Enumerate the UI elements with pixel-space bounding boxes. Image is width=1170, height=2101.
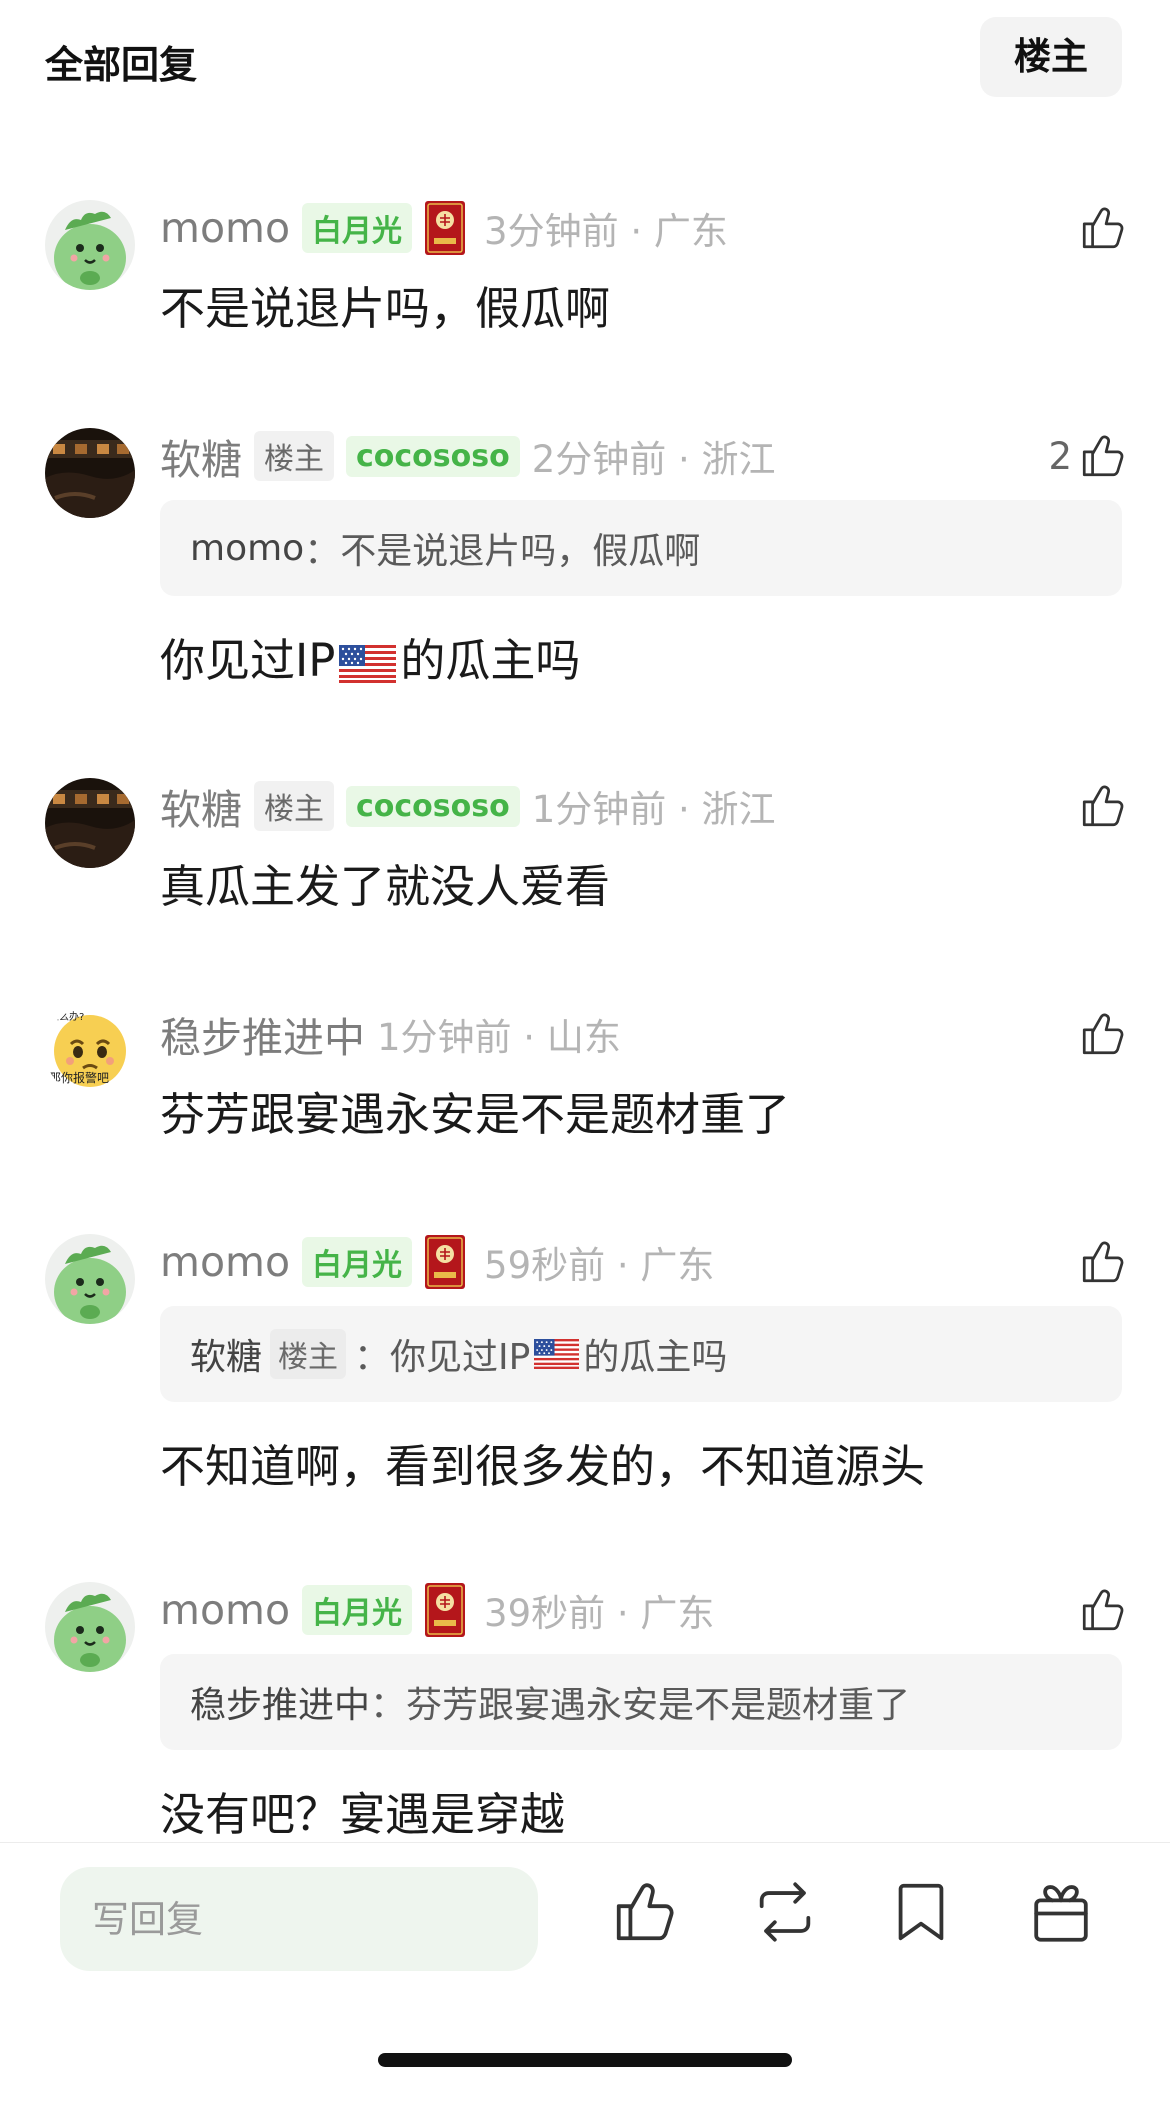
comment-item: 软糖 楼主 cocososo 2分钟前 · 浙江 2 momo ：不是说退片吗，假… xyxy=(0,428,1170,688)
time-location: 39秒前 · 广东 xyxy=(484,1592,715,1635)
thumbs-up-icon xyxy=(1078,431,1128,481)
like-count: 2 xyxy=(1048,434,1072,478)
like-button[interactable]: 2 xyxy=(1048,428,1128,484)
page-title: 全部回复 xyxy=(45,43,198,87)
username[interactable]: momo xyxy=(160,204,290,252)
us-flag-icon xyxy=(534,1339,579,1369)
fan-badge: cocososo xyxy=(346,785,520,827)
quote-text: ：芬芳跟宴遇永安是不是题材重了 xyxy=(370,1685,911,1726)
us-flag-icon xyxy=(339,645,396,683)
avatar[interactable]: 怎么办? 那你报警吧 xyxy=(45,1006,135,1096)
fan-badge: cocososo xyxy=(346,435,520,477)
quote-username: 稳步推进中 xyxy=(190,1685,371,1726)
fan-badge: 白月光 xyxy=(302,203,413,253)
time-location: 3分钟前 · 广东 xyxy=(484,210,728,253)
comment-text-part: 的瓜主吗 xyxy=(400,634,581,687)
avatar[interactable] xyxy=(45,778,135,868)
comment-meta: momo 白月光 59秒前 · 广东 xyxy=(160,1236,714,1288)
username[interactable]: 软糖 xyxy=(160,776,242,836)
quote-text: 的瓜主吗 xyxy=(583,1337,728,1378)
avatar[interactable] xyxy=(45,428,135,518)
comment-item: momo 白月光 59秒前 · 广东 软糖 楼主 ：你见过IP 的瓜主吗 不知道啊，看… xyxy=(0,1234,1170,1494)
owner-only-filter-button[interactable]: 楼主 xyxy=(980,17,1122,97)
avatar-sticker-text: 那你报警吧 xyxy=(49,1070,109,1085)
comment-text[interactable]: 你见过IP 的瓜主吗 xyxy=(160,624,580,689)
username[interactable]: momo xyxy=(160,1586,290,1634)
thumbs-up-icon xyxy=(1078,781,1128,831)
comment-item: 软糖 楼主 cocososo 1分钟前 · 浙江 真瓜主发了就没人爱看 xyxy=(0,778,1170,938)
comment-meta: momo 白月光 39秒前 · 广东 xyxy=(160,1584,714,1636)
comment-text[interactable]: 不知道啊，看到很多发的，不知道源头 xyxy=(160,1430,925,1495)
repost-icon[interactable] xyxy=(750,1877,820,1947)
thumbs-up-icon xyxy=(1078,1237,1128,1287)
like-button[interactable] xyxy=(1072,778,1128,834)
reply-input[interactable] xyxy=(60,1867,538,1971)
comment-item: momo 白月光 39秒前 · 广东 稳步推进中 ：芬芳跟宴遇永安是不是题材重了 … xyxy=(0,1582,1170,1843)
avatar-sticker-text: 怎么办? xyxy=(49,1010,84,1023)
like-button[interactable] xyxy=(1072,1582,1128,1638)
like-button[interactable] xyxy=(1072,1234,1128,1290)
quote-username: momo xyxy=(190,527,305,569)
comment-text[interactable]: 不是说退片吗，假瓜啊 xyxy=(160,272,610,337)
medal-icon xyxy=(424,1234,466,1290)
thumbs-up-icon xyxy=(1078,1585,1128,1635)
like-button[interactable] xyxy=(1072,200,1128,256)
avatar[interactable] xyxy=(45,1234,135,1324)
fan-badge: 白月光 xyxy=(302,1237,413,1287)
avatar[interactable] xyxy=(45,1582,135,1672)
op-badge: 楼主 xyxy=(254,431,334,481)
comment-meta: 软糖 楼主 cocososo 2分钟前 · 浙江 xyxy=(160,430,776,484)
comment-meta: 稳步推进中 1分钟前 · 山东 xyxy=(160,1008,621,1062)
quote-username: 软糖 xyxy=(190,1337,263,1378)
bottom-action-bar xyxy=(0,1842,1170,2101)
op-badge: 楼主 xyxy=(254,781,334,831)
comment-text-part: 你见过IP xyxy=(160,634,336,687)
comment-item: 怎么办? 那你报警吧 稳步推进中 1分钟前 · 山东 芬芳跟宴遇永安是不是题材重… xyxy=(0,1006,1170,1166)
avatar[interactable] xyxy=(45,200,135,290)
gift-icon[interactable] xyxy=(1026,1877,1096,1947)
quoted-reply[interactable]: 软糖 楼主 ：你见过IP 的瓜主吗 xyxy=(160,1306,1122,1402)
comment-text[interactable]: 芬芳跟宴遇永安是不是题材重了 xyxy=(160,1078,790,1143)
username[interactable]: 稳步推进中 xyxy=(160,1004,365,1064)
username[interactable]: momo xyxy=(160,1238,290,1286)
time-location: 1分钟前 · 浙江 xyxy=(531,788,776,831)
bookmark-icon[interactable] xyxy=(886,1877,956,1947)
comment-meta: 软糖 楼主 cocososo 1分钟前 · 浙江 xyxy=(160,780,776,834)
home-indicator[interactable] xyxy=(378,2053,792,2067)
fan-badge: 白月光 xyxy=(302,1585,413,1635)
quoted-reply[interactable]: 稳步推进中 ：芬芳跟宴遇永安是不是题材重了 xyxy=(160,1654,1122,1750)
thumbs-up-icon xyxy=(1078,1009,1128,1059)
quote-text: ：不是说退片吗，假瓜啊 xyxy=(304,531,701,572)
username[interactable]: 软糖 xyxy=(160,426,242,486)
thumbs-up-icon[interactable] xyxy=(610,1877,680,1947)
comment-text[interactable]: 没有吧？宴遇是穿越 xyxy=(160,1778,565,1843)
comment-meta: momo 白月光 3分钟前 · 广东 xyxy=(160,202,728,254)
time-location: 1分钟前 · 山东 xyxy=(377,1016,621,1059)
medal-icon xyxy=(424,200,466,256)
quote-op-badge: 楼主 xyxy=(270,1329,347,1379)
like-button[interactable] xyxy=(1072,1006,1128,1062)
comment-text[interactable]: 真瓜主发了就没人爱看 xyxy=(160,850,610,915)
time-location: 59秒前 · 广东 xyxy=(484,1244,715,1287)
time-location: 2分钟前 · 浙江 xyxy=(531,438,776,481)
comment-item: momo 白月光 3分钟前 · 广东 不是说退片吗，假瓜啊 xyxy=(0,200,1170,360)
header: 全部回复 楼主 xyxy=(0,0,1170,110)
quoted-reply[interactable]: momo ：不是说退片吗，假瓜啊 xyxy=(160,500,1122,596)
quote-text: ：你见过IP xyxy=(354,1337,531,1378)
medal-icon xyxy=(424,1582,466,1638)
thumbs-up-icon xyxy=(1078,203,1128,253)
